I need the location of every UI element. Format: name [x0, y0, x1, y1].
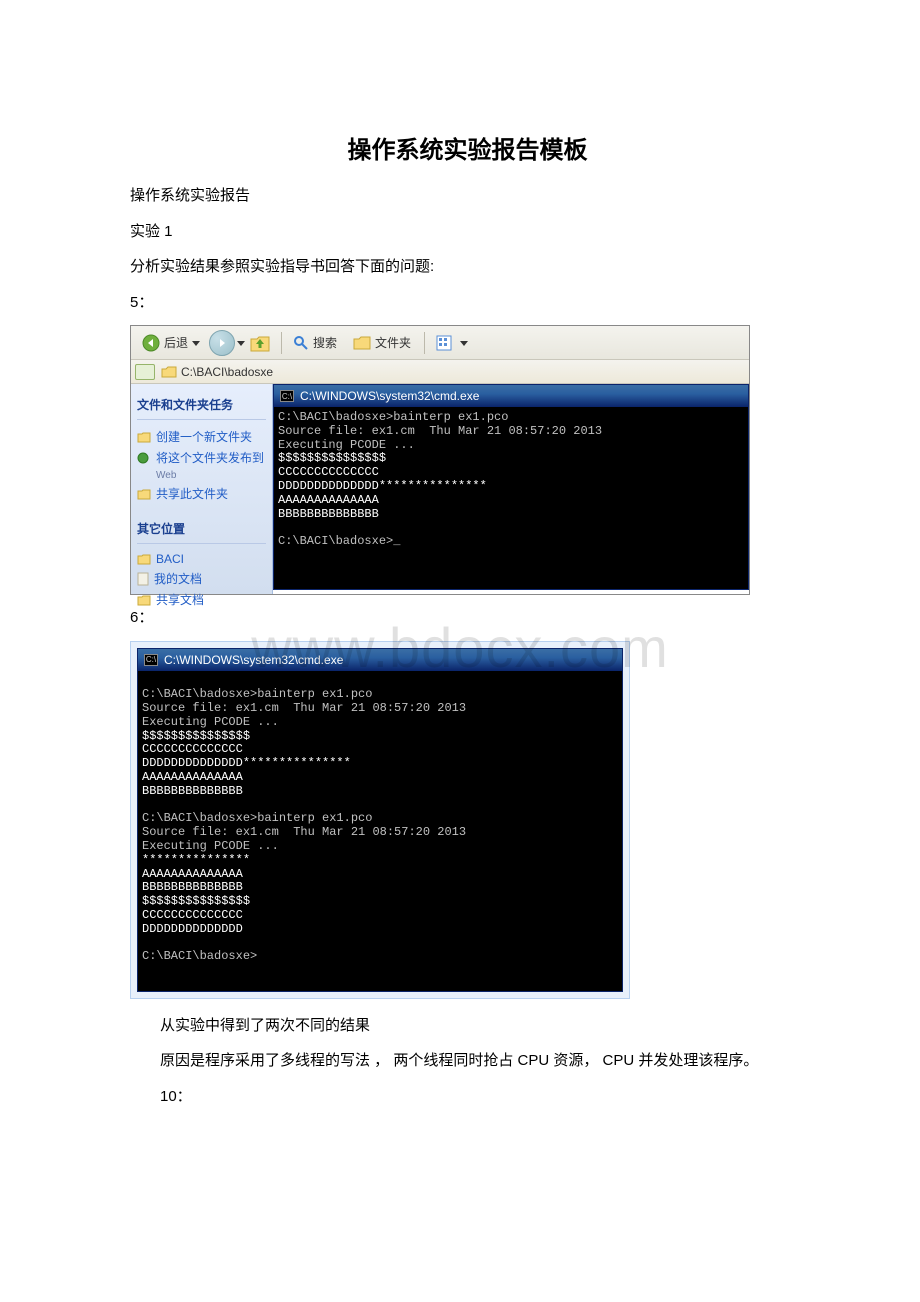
sidebar-item-publish[interactable]: 将这个文件夹发布到	[137, 447, 266, 468]
separator	[281, 332, 282, 354]
explorer-toolbar: 后退 搜	[131, 326, 749, 360]
sidebar-item-baci[interactable]: BACI	[137, 550, 266, 568]
up-button[interactable]	[245, 330, 275, 356]
paragraph: 分析实验结果参照实验指导书回答下面的问题:	[130, 254, 805, 280]
dropdown-icon	[460, 339, 468, 347]
cmd-output: C:\BACI\badosxe>bainterp ex1.pco Source …	[138, 671, 622, 991]
sidebar-item-web[interactable]: Web	[137, 468, 266, 483]
address-text: C:\BACI\badosxe	[181, 365, 273, 379]
paragraph: 操作系统实验报告	[130, 183, 805, 209]
view-icon	[436, 335, 456, 351]
cmd-title-text: C:\WINDOWS\system32\cmd.exe	[300, 389, 479, 403]
sidebar-item-label: BACI	[156, 552, 184, 566]
cmd-window: C:\ C:\WINDOWS\system32\cmd.exe C:\BACI\…	[273, 384, 749, 590]
forward-icon	[216, 337, 228, 349]
cmd-window: C:\ C:\WINDOWS\system32\cmd.exe C:\BACI\…	[137, 648, 623, 992]
separator	[424, 332, 425, 354]
dropdown-icon	[192, 339, 200, 347]
forward-button[interactable]	[209, 330, 235, 356]
folder-icon	[161, 365, 177, 379]
explorer-sidebar: 文件和文件夹任务 创建一个新文件夹 将这个文件夹发布到 Web 共享此文件夹 其…	[131, 384, 273, 594]
sidebar-heading: 文件和文件夹任务	[137, 392, 266, 420]
publish-icon	[137, 452, 151, 464]
back-button[interactable]: 后退	[135, 331, 207, 355]
document-icon	[137, 572, 149, 586]
sidebar-item-label: 创建一个新文件夹	[156, 428, 252, 445]
explorer-body: 文件和文件夹任务 创建一个新文件夹 将这个文件夹发布到 Web 共享此文件夹 其…	[131, 384, 749, 594]
explorer-content: C:\ C:\WINDOWS\system32\cmd.exe C:\BACI\…	[273, 384, 749, 594]
cmd-titlebar[interactable]: C:\ C:\WINDOWS\system32\cmd.exe	[274, 385, 748, 407]
folder-icon	[137, 553, 151, 565]
sidebar-item-share[interactable]: 共享此文件夹	[137, 483, 266, 504]
sidebar-item-mydocs[interactable]: 我的文档	[137, 568, 266, 589]
folders-icon	[353, 335, 371, 351]
view-button[interactable]	[429, 332, 475, 354]
cmd-output: C:\BACI\badosxe>bainterp ex1.pco Source …	[274, 407, 748, 589]
cmd-title-text: C:\WINDOWS\system32\cmd.exe	[164, 653, 343, 667]
search-icon	[293, 335, 309, 351]
paragraph: 10：	[130, 1084, 805, 1110]
search-button[interactable]: 搜索	[286, 331, 344, 354]
share-icon	[137, 488, 151, 500]
explorer-screenshot: 后退 搜	[130, 325, 750, 595]
document-page: 操作系统实验报告模板 操作系统实验报告 实验 1 分析实验结果参照实验指导书回答…	[0, 0, 920, 1159]
address-path[interactable]: C:\BACI\badosxe	[161, 365, 273, 379]
sidebar-item-label: 我的文档	[154, 570, 202, 587]
sidebar-item-label: 共享此文件夹	[156, 485, 228, 502]
folder-icon	[137, 594, 151, 606]
sidebar-item-label: 共享文档	[156, 591, 204, 608]
paragraph: 从实验中得到了两次不同的结果	[130, 1013, 805, 1039]
cmd-titlebar[interactable]: C:\ C:\WINDOWS\system32\cmd.exe	[138, 649, 622, 671]
paragraph: 5：	[130, 290, 805, 316]
sidebar-heading: 其它位置	[137, 516, 266, 544]
paragraph: 实验 1	[130, 219, 805, 245]
search-label: 搜索	[313, 334, 337, 351]
cmd-icon: C:\	[280, 390, 294, 402]
back-icon	[142, 334, 160, 352]
dropdown-icon	[237, 339, 245, 347]
paragraph: 原因是程序采用了多线程的写法 ， 两个线程同时抢占 CPU 资源， CPU 并发…	[130, 1048, 805, 1074]
address-bar: C:\BACI\badosxe	[131, 360, 749, 384]
folders-button[interactable]: 文件夹	[346, 331, 418, 354]
sidebar-item-label: 将这个文件夹发布到	[156, 449, 264, 466]
go-button[interactable]	[135, 364, 155, 380]
sidebar-item-label: Web	[156, 470, 176, 481]
cmd-screenshot-2: C:\ C:\WINDOWS\system32\cmd.exe C:\BACI\…	[130, 641, 630, 999]
folder-up-icon	[249, 333, 271, 353]
back-label: 后退	[164, 334, 188, 351]
new-folder-icon	[137, 431, 151, 443]
sidebar-item-shareddocs[interactable]: 共享文档	[137, 589, 266, 610]
folders-label: 文件夹	[375, 334, 411, 351]
cmd-icon: C:\	[144, 654, 158, 666]
page-title: 操作系统实验报告模板	[130, 130, 805, 165]
sidebar-item-new-folder[interactable]: 创建一个新文件夹	[137, 426, 266, 447]
